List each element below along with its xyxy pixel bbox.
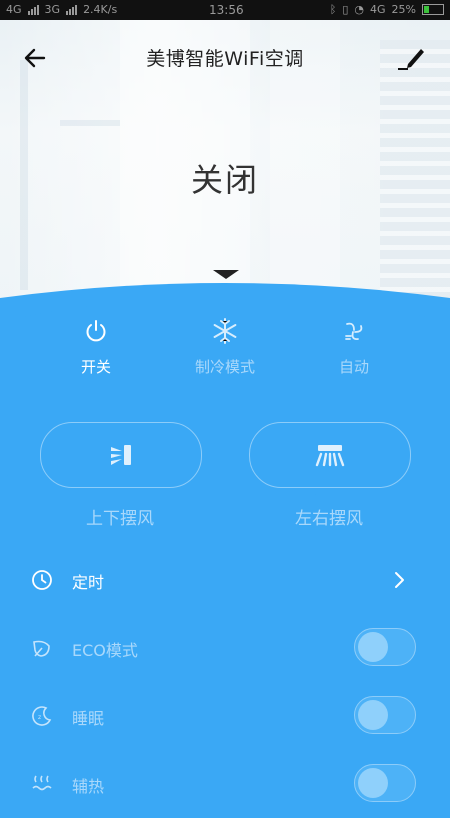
- sleep-toggle[interactable]: [354, 696, 416, 734]
- status-bar: 4G 3G 2.4K/s 13:56 ᛒ ▯ ◔ 4G 25%: [0, 0, 450, 20]
- sim1-label: 4G: [6, 3, 22, 16]
- mode-auto[interactable]: 自动: [299, 314, 409, 377]
- page-title: 美博智能WiFi空调: [146, 48, 304, 70]
- clock-icon: [32, 570, 52, 590]
- power-icon: [86, 320, 106, 342]
- heat-icon: [32, 775, 52, 791]
- mode-cooling-label: 制冷模式: [194, 358, 255, 376]
- battery-percent: 25%: [391, 3, 416, 16]
- sim2-label: 3G: [44, 3, 61, 16]
- control-panel: 开关 制冷模式 自动 上下摆风 左右摆风 定时 ECO模式 z 睡眠 辅热: [0, 298, 450, 818]
- edit-button[interactable]: [394, 44, 426, 72]
- horizontal-swing-icon: [315, 445, 345, 467]
- signal-icon: [66, 4, 78, 15]
- sleep-label: 睡眠: [72, 709, 105, 728]
- timer-label: 定时: [72, 573, 105, 592]
- clock: 13:56: [209, 3, 244, 17]
- mode-auto-label: 自动: [338, 358, 369, 376]
- svg-text:z: z: [38, 714, 41, 721]
- pencil-icon: [398, 49, 424, 70]
- battery-icon: [422, 4, 444, 15]
- aux-heat-label: 辅热: [72, 777, 105, 796]
- vertical-swing-label: 上下摆风: [86, 509, 154, 529]
- aux-heat-toggle[interactable]: [354, 764, 416, 802]
- bluetooth-icon: ᛒ: [329, 3, 337, 16]
- toggle-knob: [358, 700, 388, 730]
- fan-icon: [345, 322, 363, 341]
- network-speed: 2.4K/s: [83, 3, 118, 16]
- mode-power[interactable]: 开关: [41, 314, 151, 377]
- horizontal-swing-label: 左右摆风: [295, 509, 363, 529]
- toggle-knob: [358, 768, 388, 798]
- leaf-icon: [33, 640, 50, 657]
- network-label: 4G: [370, 3, 386, 16]
- aux-heat-row: 辅热: [0, 764, 450, 804]
- window-frame: [60, 120, 120, 126]
- sleep-row: z 睡眠: [0, 696, 450, 736]
- moon-icon: z: [32, 706, 52, 726]
- horizontal-swing-button[interactable]: [249, 422, 411, 488]
- chevron-right-icon: [395, 572, 404, 588]
- timer-row[interactable]: 定时: [0, 560, 450, 600]
- eco-row: ECO模式: [0, 628, 450, 668]
- mode-cooling[interactable]: 制冷模式: [170, 314, 280, 377]
- toggle-knob: [358, 632, 388, 662]
- snowflake-icon: [213, 318, 237, 344]
- vibrate-icon: ▯: [342, 3, 349, 16]
- signal-icon: [27, 4, 39, 15]
- mode-power-label: 开关: [80, 358, 111, 376]
- power-state-text: 关闭: [190, 161, 259, 199]
- eco-label: ECO模式: [72, 641, 138, 660]
- vertical-swing-button[interactable]: [40, 422, 202, 488]
- alarm-icon: ◔: [354, 3, 365, 16]
- eco-toggle[interactable]: [354, 628, 416, 666]
- vertical-swing-icon: [111, 445, 131, 465]
